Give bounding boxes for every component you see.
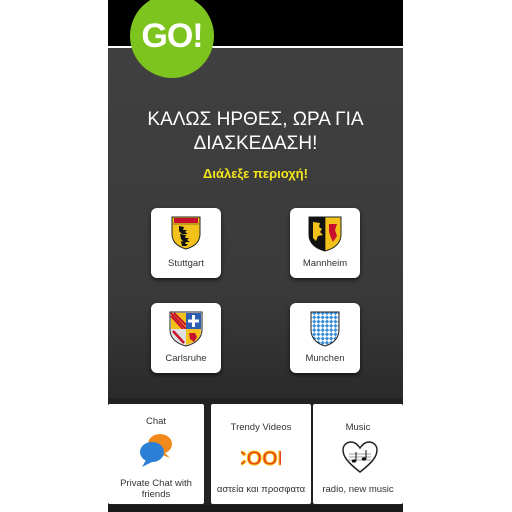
city-tile-munich[interactable]: Munchen [290, 303, 360, 373]
feature-card-music[interactable]: Music radio, new music [313, 404, 403, 504]
choose-region-label: Διάλεξε περιοχή! [203, 166, 308, 181]
city-label: Mannheim [302, 258, 348, 269]
stuttgart-coat-of-arms-icon [171, 216, 201, 250]
city-label: Munchen [305, 353, 345, 364]
welcome-line-2: ΔΙΑΣΚΕΔΑΣΗ! [193, 133, 318, 154]
city-tile-stuttgart[interactable]: Stuttgart [151, 208, 221, 278]
feature-title: Music [345, 422, 371, 433]
welcome-line-1: ΚΑΛΩΣ ΗΡΘΕΣ, ΩΡΑ ΓΙΑ [147, 109, 364, 130]
app-screen: GO! ΚΑΛΩΣ ΗΡΘΕΣ, ΩΡΑ ΓΙΑ ΔΙΑΣΚΕΔΑΣΗ! Διά… [108, 0, 403, 512]
chat-bubbles-icon [140, 434, 172, 467]
feature-title: Chat [145, 416, 167, 427]
feature-subtitle: radio, new music [322, 484, 394, 495]
munich-coat-of-arms-icon [310, 311, 340, 347]
city-label: Stuttgart [168, 258, 204, 269]
svg-text:COOL: COOL [241, 448, 281, 470]
city-label: Carlsruhe [165, 353, 207, 364]
bottom-scrollbar[interactable] [108, 505, 403, 512]
feature-subtitle: αστεία και προσφατα [216, 484, 306, 495]
karlsruhe-coat-of-arms-icon [169, 311, 203, 347]
feature-subtitle: Private Chat with friends [120, 478, 192, 500]
music-heart-icon [342, 441, 378, 473]
feature-card-chat[interactable]: Chat Private Chat with friends [108, 404, 204, 504]
city-tile-karlsruhe[interactable]: Carlsruhe [151, 303, 221, 373]
feature-bar: Chat Private Chat with friends Trendy Vi… [108, 398, 403, 512]
cool-video-icon: COOL [241, 448, 281, 471]
welcome-heading: ΚΑΛΩΣ ΗΡΘΕΣ, ΩΡΑ ΓΙΑ ΔΙΑΣΚΕΔΑΣΗ! [108, 108, 403, 156]
feature-title: Trendy Videos [230, 422, 292, 433]
mannheim-coat-of-arms-icon [308, 216, 342, 252]
city-tile-mannheim[interactable]: Mannheim [290, 208, 360, 278]
feature-card-videos[interactable]: Trendy Videos COOL αστεία και προσφατα [211, 404, 311, 504]
